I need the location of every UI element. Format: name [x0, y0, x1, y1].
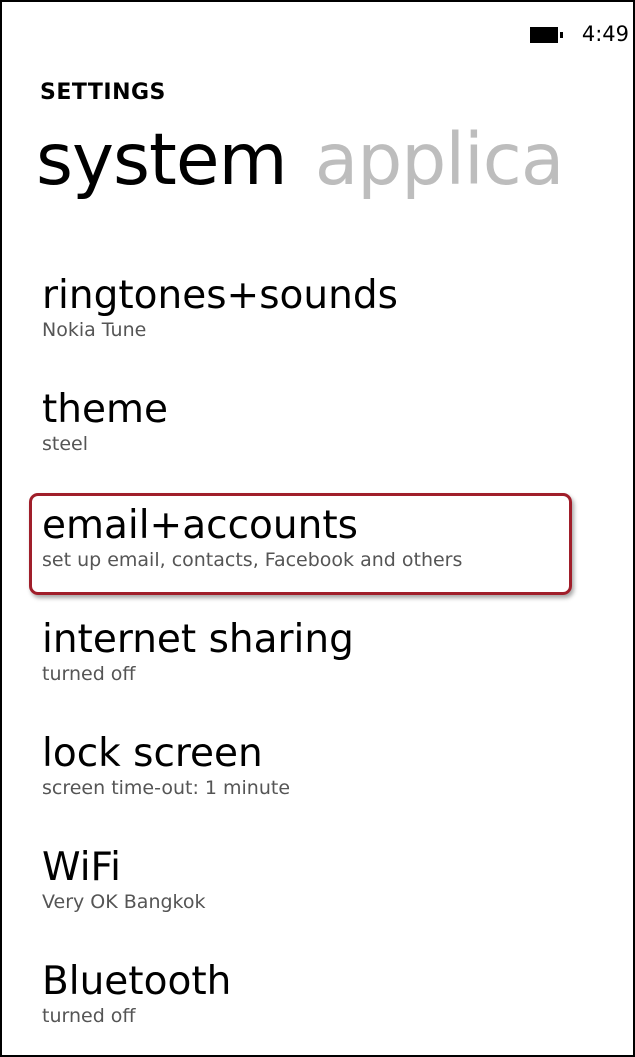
battery-icon — [529, 27, 563, 43]
setting-title: Bluetooth — [42, 959, 232, 1004]
pivot-header: system applica — [36, 124, 564, 195]
setting-theme[interactable]: theme steel — [42, 390, 602, 454]
setting-bluetooth[interactable]: Bluetooth turned off — [42, 962, 602, 1026]
battery-tip — [559, 32, 563, 38]
setting-subtitle: steel — [42, 433, 89, 455]
setting-email-accounts[interactable]: email+accounts set up email, contacts, F… — [42, 506, 602, 570]
setting-subtitle: Nokia Tune — [42, 319, 147, 341]
setting-title: internet sharing — [42, 617, 354, 662]
status-clock: 4:49 — [581, 22, 629, 46]
setting-lock-screen[interactable]: lock screen screen time-out: 1 minute — [42, 734, 602, 798]
setting-title: WiFi — [42, 845, 121, 890]
setting-title: lock screen — [42, 731, 263, 776]
setting-internet-sharing[interactable]: internet sharing turned off — [42, 620, 602, 684]
setting-wifi[interactable]: WiFi Very OK Bangkok — [42, 848, 602, 912]
app-title: SETTINGS — [40, 80, 166, 105]
setting-subtitle: screen time-out: 1 minute — [42, 777, 291, 799]
setting-subtitle: set up email, contacts, Facebook and oth… — [42, 549, 463, 571]
setting-title: email+accounts — [42, 503, 358, 548]
setting-subtitle: turned off — [42, 663, 136, 685]
setting-title: theme — [42, 387, 168, 432]
phone-screen: 4:49 SETTINGS system applica ringtones+so… — [0, 0, 635, 1057]
status-bar: 4:49 — [529, 16, 633, 52]
setting-ringtones-sounds[interactable]: ringtones+sounds Nokia Tune — [42, 276, 602, 340]
pivot-tab-applications[interactable]: applica — [315, 118, 565, 201]
setting-title: ringtones+sounds — [42, 273, 398, 318]
pivot-tab-system[interactable]: system — [36, 118, 288, 201]
battery-fill — [531, 29, 556, 41]
setting-subtitle: turned off — [42, 1005, 136, 1027]
setting-subtitle: Very OK Bangkok — [42, 891, 206, 913]
